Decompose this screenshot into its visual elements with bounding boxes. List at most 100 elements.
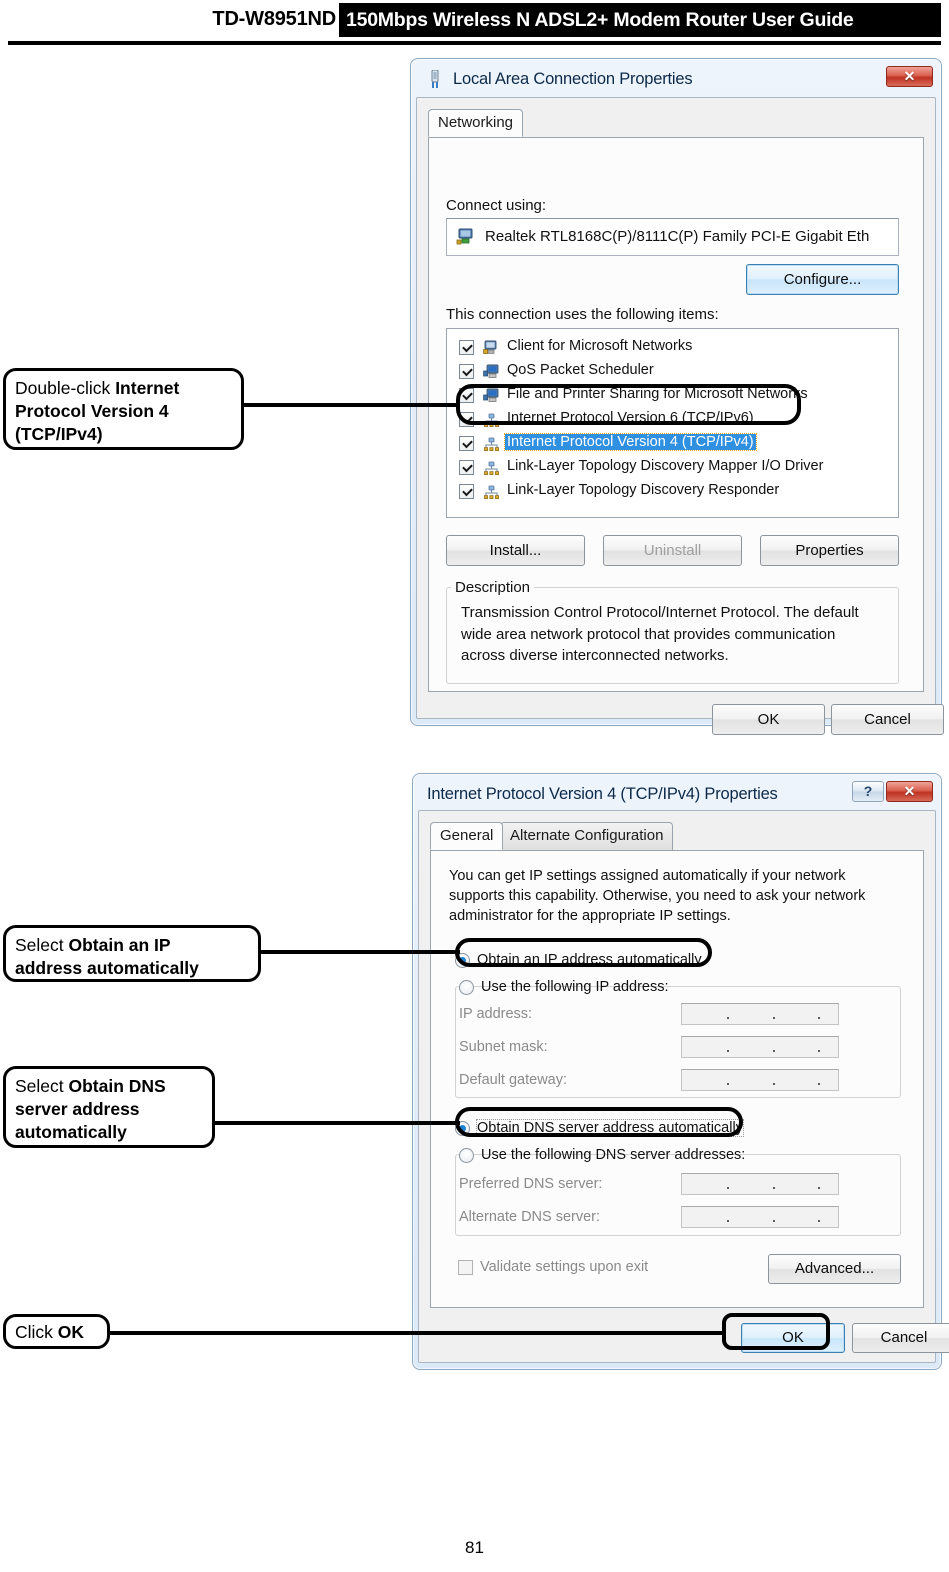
close-icon[interactable]: ✕ xyxy=(886,66,933,87)
network-items-list[interactable]: Client for Microsoft Networks QoS Packet… xyxy=(446,328,899,518)
dialog2-cancel-button[interactable]: Cancel xyxy=(852,1323,949,1353)
dialog1-cancel-label: Cancel xyxy=(864,711,911,728)
dialog2-ok-label: OK xyxy=(782,1329,804,1346)
properties-button[interactable]: Properties xyxy=(760,535,899,566)
uninstall-button: Uninstall xyxy=(603,535,742,566)
help-icon[interactable]: ? xyxy=(852,781,884,802)
service-icon xyxy=(483,388,499,402)
list-item-label: Link-Layer Topology Discovery Mapper I/O… xyxy=(507,458,824,474)
preferred-dns-field xyxy=(681,1173,839,1195)
header-model: TD-W8951ND xyxy=(212,8,336,30)
list-item-label: Internet Protocol Version 6 (TCP/IPv6) xyxy=(507,410,754,426)
page-number: 81 xyxy=(465,1538,484,1557)
list-item[interactable]: QoS Packet Scheduler xyxy=(447,360,898,384)
advanced-button-label: Advanced... xyxy=(794,1260,875,1277)
default-gateway-field xyxy=(681,1069,839,1091)
tab-general[interactable]: General xyxy=(430,822,504,850)
list-item[interactable]: Client for Microsoft Networks xyxy=(447,336,898,360)
use-following-ip-label: Use the following IP address: xyxy=(481,979,669,995)
install-button[interactable]: Install... xyxy=(446,535,585,566)
properties-button-label: Properties xyxy=(795,542,864,559)
network-adapter-icon xyxy=(456,228,473,245)
callout-obtain-ip-line1-plain: Select xyxy=(15,935,69,955)
callout-tcpipv4-line1-plain: Double-click xyxy=(15,378,116,398)
internet-protocol-v4-properties-dialog: Internet Protocol Version 4 (TCP/IPv4) P… xyxy=(412,773,949,1370)
advanced-button[interactable]: Advanced... xyxy=(768,1254,901,1284)
callout-obtain-dns-line1-bold: Obtain DNS xyxy=(68,1076,166,1096)
items-label: This connection uses the following items… xyxy=(446,306,719,323)
callout-click-ok-line1-plain: Click xyxy=(15,1322,58,1342)
callout-tcpipv4-line2-bold: Protocol Version 4 xyxy=(15,401,169,421)
install-button-label: Install... xyxy=(489,542,542,559)
dialog1-cancel-button[interactable]: Cancel xyxy=(831,704,944,735)
dialog1-titlebar[interactable]: Local Area Connection Properties ✕ xyxy=(415,63,937,97)
client-network-icon xyxy=(483,340,497,354)
list-item[interactable]: Internet Protocol Version 6 (TCP/IPv6) xyxy=(447,408,898,432)
callout-click-ok-line1-bold: OK xyxy=(57,1322,85,1342)
radio-icon[interactable] xyxy=(459,980,474,995)
validate-settings-label: Validate settings upon exit xyxy=(480,1259,649,1275)
header-divider xyxy=(8,41,941,45)
close-icon[interactable]: ✕ xyxy=(886,781,933,802)
checkbox-icon[interactable] xyxy=(459,364,474,379)
page-title: 150Mbps Wireless N ADSL2+ Modem Router U… xyxy=(339,3,941,37)
leader-line-click-ok xyxy=(109,1331,724,1335)
callout-obtain-dns-line1-plain: Select xyxy=(15,1076,69,1096)
dialog2-tabpanel: You can get IP settings assigned automat… xyxy=(430,850,924,1308)
dialog1-tabstrip: Networking xyxy=(428,109,924,137)
adapter-textbox[interactable]: Realtek RTL8168C(P)/8111C(P) Family PCI-… xyxy=(446,218,899,256)
checkbox-icon[interactable] xyxy=(459,484,474,499)
checkbox-icon[interactable] xyxy=(459,436,474,451)
checkbox-icon[interactable] xyxy=(459,412,474,427)
connect-using-label: Connect using: xyxy=(446,197,547,214)
list-item-label: Client for Microsoft Networks xyxy=(507,338,693,354)
callout-tcpipv4-line1-bold: Internet xyxy=(115,378,180,398)
use-following-dns-radio-row[interactable]: Use the following DNS server addresses: xyxy=(459,1146,745,1166)
configure-button-label: Configure... xyxy=(783,271,862,288)
checkbox-icon[interactable] xyxy=(459,388,474,403)
callout-click-ok: Click OK xyxy=(3,1314,110,1349)
list-item[interactable]: Link-Layer Topology Discovery Mapper I/O… xyxy=(447,456,898,480)
radio-icon[interactable] xyxy=(459,1148,474,1163)
dialog2-tabstrip: General Alternate Configuration xyxy=(430,822,924,850)
list-item[interactable]: Link-Layer Topology Discovery Responder xyxy=(447,480,898,504)
service-icon xyxy=(483,364,499,378)
dialog1-ok-label: OK xyxy=(757,711,780,728)
dialog2-titlebar[interactable]: Internet Protocol Version 4 (TCP/IPv4) P… xyxy=(417,778,937,812)
description-text: Transmission Control Protocol/Internet P… xyxy=(461,604,859,664)
tab-alternate-configuration[interactable]: Alternate Configuration xyxy=(500,822,674,850)
list-item-label: QoS Packet Scheduler xyxy=(507,362,654,378)
dialog1-ok-button[interactable]: OK xyxy=(712,704,825,735)
list-item[interactable]: File and Printer Sharing for Microsoft N… xyxy=(447,384,898,408)
list-item-label: Internet Protocol Version 4 (TCP/IPv4) xyxy=(504,433,757,451)
protocol-icon xyxy=(484,437,499,451)
use-following-ip-radio-row[interactable]: Use the following IP address: xyxy=(459,978,669,998)
use-following-dns-label: Use the following DNS server addresses: xyxy=(481,1147,746,1163)
protocol-icon xyxy=(484,461,499,475)
protocol-icon xyxy=(484,413,499,427)
leader-line-tcpipv4 xyxy=(243,403,460,407)
tab-networking[interactable]: Networking xyxy=(428,109,524,137)
protocol-icon xyxy=(484,485,499,499)
dialog2-cancel-label: Cancel xyxy=(880,1329,928,1346)
list-item-internet-protocol-version-4[interactable]: Internet Protocol Version 4 (TCP/IPv4) xyxy=(447,432,898,456)
callout-obtain-dns-line2-bold: server address xyxy=(15,1099,140,1119)
intro-text: You can get IP settings assigned automat… xyxy=(449,868,866,924)
preferred-dns-label: Preferred DNS server: xyxy=(459,1176,603,1192)
page-header: TD-W8951ND 150Mbps Wireless N ADSL2+ Mod… xyxy=(0,0,949,46)
subnet-mask-field xyxy=(681,1036,839,1058)
alternate-dns-label: Alternate DNS server: xyxy=(459,1209,601,1225)
checkbox-icon[interactable] xyxy=(459,460,474,475)
adapter-name: Realtek RTL8168C(P)/8111C(P) Family PCI-… xyxy=(485,228,870,245)
dialog2-ok-button[interactable]: OK xyxy=(741,1323,845,1353)
validate-settings-checkbox[interactable] xyxy=(458,1260,473,1275)
checkbox-icon[interactable] xyxy=(459,340,474,355)
callout-obtain-ip-line2-bold: address automatically xyxy=(15,958,199,978)
network-adapter-icon xyxy=(431,70,439,88)
configure-button[interactable]: Configure... xyxy=(746,264,899,295)
callout-obtain-dns: Select Obtain DNS server address automat… xyxy=(3,1066,215,1148)
items-label-text: This connection uses the following items… xyxy=(446,306,719,323)
callout-tcpipv4: Double-click Internet Protocol Version 4… xyxy=(3,368,244,450)
callout-obtain-ip-line1-bold: Obtain an IP xyxy=(68,935,171,955)
radio-icon[interactable] xyxy=(455,953,470,968)
